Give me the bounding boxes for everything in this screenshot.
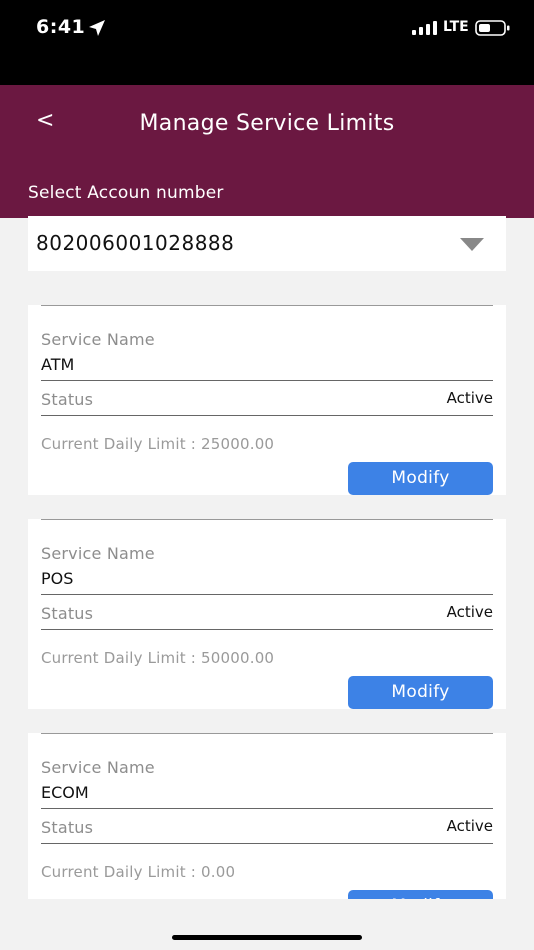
battery-icon (475, 20, 510, 36)
service-name-label: Service Name (41, 544, 155, 563)
current-daily-limit: Current Daily Limit : 50000.00 (41, 649, 275, 667)
status-label: Status (41, 390, 94, 409)
signal-bars-icon (412, 21, 437, 35)
divider (41, 415, 493, 416)
modify-button[interactable]: Modify (348, 676, 493, 709)
service-card-pos: Service Name POS Status Active Current D… (28, 519, 506, 709)
service-name-label: Service Name (41, 758, 155, 777)
current-daily-limit: Current Daily Limit : 0.00 (41, 863, 236, 881)
divider (41, 733, 493, 734)
service-name-value: ATM (41, 355, 75, 374)
divider (41, 808, 493, 809)
modify-button[interactable]: Modify (348, 462, 493, 495)
status-value: Active (446, 817, 493, 835)
app-header: < Manage Service Limits Select Accoun nu… (0, 85, 534, 218)
divider (41, 843, 493, 844)
modify-button[interactable]: Modify (348, 890, 493, 899)
select-account-label: Select Accoun number (28, 183, 224, 203)
service-card-ecom: Service Name ECOM Status Active Current … (28, 733, 506, 899)
dropdown-arrow-icon (460, 238, 484, 251)
status-value: Active (446, 603, 493, 621)
divider (41, 519, 493, 520)
divider (41, 305, 493, 306)
account-number-value: 802006001028888 (36, 231, 235, 255)
network-type: LTE (443, 19, 469, 35)
home-indicator (172, 935, 362, 940)
account-number-dropdown[interactable]: 802006001028888 (28, 216, 506, 271)
status-time: 6:41 (36, 16, 86, 38)
divider (41, 380, 493, 381)
divider (41, 629, 493, 630)
service-card-atm: Service Name ATM Status Active Current D… (28, 305, 506, 495)
status-label: Status (41, 818, 94, 837)
current-daily-limit: Current Daily Limit : 25000.00 (41, 435, 275, 453)
divider (41, 594, 493, 595)
service-name-value: ECOM (41, 783, 89, 802)
page-title: Manage Service Limits (139, 111, 395, 136)
service-name-value: POS (41, 569, 74, 588)
status-bar: 6:41 LTE (0, 0, 534, 85)
status-value: Active (446, 389, 493, 407)
location-arrow-icon (89, 20, 105, 36)
service-name-label: Service Name (41, 330, 155, 349)
status-label: Status (41, 604, 94, 623)
